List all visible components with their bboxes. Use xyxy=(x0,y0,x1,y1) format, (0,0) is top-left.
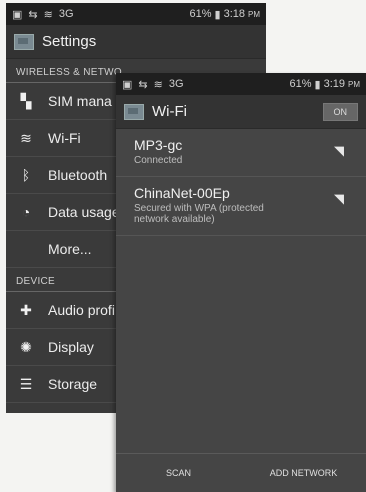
wifi-bottom-bar: SCAN ADD NETWORK xyxy=(116,453,366,492)
settings-item-label: More... xyxy=(48,241,92,257)
clock: 3:18 xyxy=(223,8,245,20)
settings-item-label: Storage xyxy=(48,376,98,392)
usb-icon: ⇆ xyxy=(138,78,148,91)
network-item-mp3-gc[interactable]: MP3-gc Connected ◥ xyxy=(116,129,366,177)
wifi-screen: ▣ ⇆ ≋ 3G 61% ▮ 3:19 PM Wi-Fi ON MP3-gc C… xyxy=(116,73,366,492)
storage-icon: ☰ xyxy=(19,375,33,392)
settings-item-label: Wi-Fi xyxy=(48,130,81,146)
wifi-action-bar: Wi-Fi ON xyxy=(116,95,366,129)
status-bar: ▣ ⇆ ≋ 3G 61% ▮ 3:18 PM xyxy=(6,3,266,25)
wifi-signal-icon: ◥ xyxy=(334,143,344,158)
page-title: Wi-Fi xyxy=(152,103,187,120)
wifi-toggle[interactable]: ON xyxy=(322,102,358,121)
network-status: Secured with WPA (protected network avai… xyxy=(134,203,264,225)
data-usage-icon: ◔ xyxy=(21,204,31,220)
battery-level: 61% xyxy=(289,78,312,90)
settings-item-label: SIM mana xyxy=(48,93,112,109)
display-icon: ✺ xyxy=(20,338,32,355)
network-name: MP3-gc xyxy=(134,137,183,153)
battery-icon: ▮ xyxy=(314,78,321,91)
status-bar: ▣ ⇆ ≋ 3G 61% ▮ 3:19 PM xyxy=(116,73,366,95)
bluetooth-icon: ᛒ xyxy=(21,167,31,183)
page-title: Settings xyxy=(42,33,97,50)
clock: 3:19 xyxy=(323,78,345,90)
settings-app-icon xyxy=(14,33,34,50)
settings-app-icon[interactable] xyxy=(124,103,144,120)
clock-ampm: PM xyxy=(248,9,260,19)
wifi-status-icon: ≋ xyxy=(43,8,53,21)
notification-icon: ▣ xyxy=(122,78,133,91)
settings-item-label: Display xyxy=(48,339,94,355)
wifi-icon: ≋ xyxy=(20,129,32,146)
network-type: 3G xyxy=(168,78,184,90)
battery-icon: ▮ xyxy=(214,8,221,21)
sim-icon: ▚ xyxy=(20,92,32,109)
scan-button[interactable]: SCAN xyxy=(116,468,241,478)
settings-item-label: Data usage xyxy=(48,204,120,220)
wifi-status-icon: ≋ xyxy=(153,78,163,91)
notification-icon: ▣ xyxy=(12,8,23,21)
battery-level: 61% xyxy=(189,8,212,20)
settings-item-label: Bluetooth xyxy=(48,167,108,183)
settings-item-label: Audio profi xyxy=(48,302,115,318)
clock-ampm: PM xyxy=(348,79,360,89)
network-name: ChinaNet-00Ep xyxy=(134,185,230,201)
network-type: 3G xyxy=(58,8,74,20)
audio-profile-icon: ✚ xyxy=(20,301,32,318)
network-status: Connected xyxy=(134,155,183,166)
usb-icon: ⇆ xyxy=(28,8,38,21)
settings-action-bar: Settings xyxy=(6,25,266,59)
add-network-button[interactable]: ADD NETWORK xyxy=(241,468,366,478)
wifi-signal-icon: ◥ xyxy=(334,191,344,206)
network-item-chinanet[interactable]: ChinaNet-00Ep Secured with WPA (protecte… xyxy=(116,177,366,236)
